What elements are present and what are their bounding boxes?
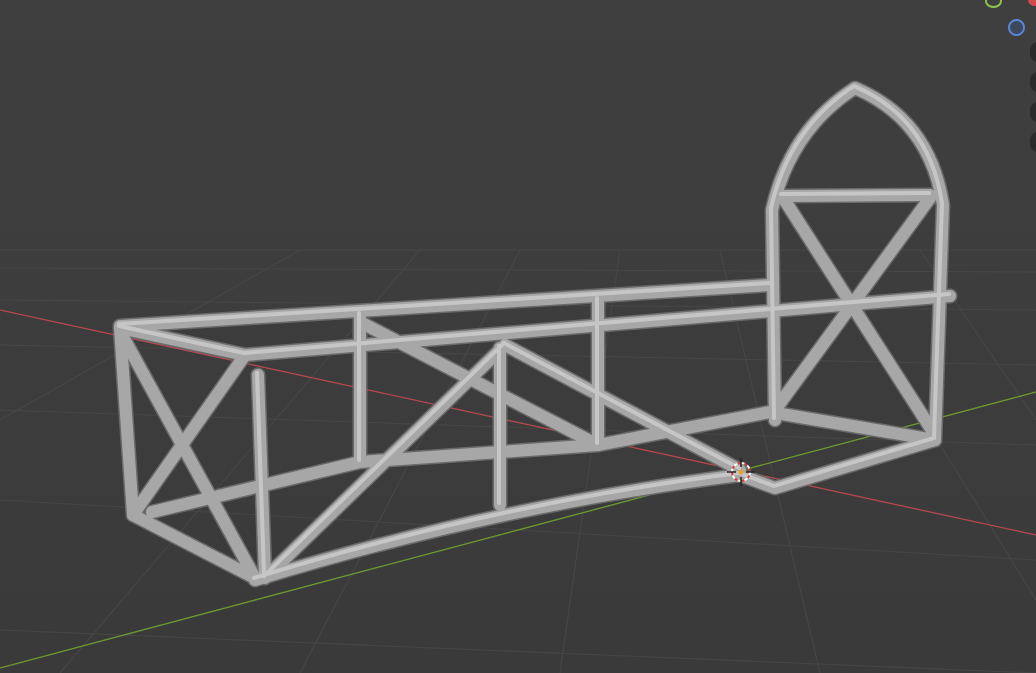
viewport-canvas[interactable] (0, 0, 1036, 673)
camera-icon[interactable] (1030, 102, 1036, 122)
3d-viewport[interactable] (0, 0, 1036, 673)
grid-view-icon[interactable] (1030, 132, 1036, 152)
zoom-icon[interactable] (1030, 42, 1036, 62)
gizmo-z-axis-icon[interactable] (1008, 19, 1025, 36)
hand-pan-icon[interactable] (1030, 72, 1036, 92)
